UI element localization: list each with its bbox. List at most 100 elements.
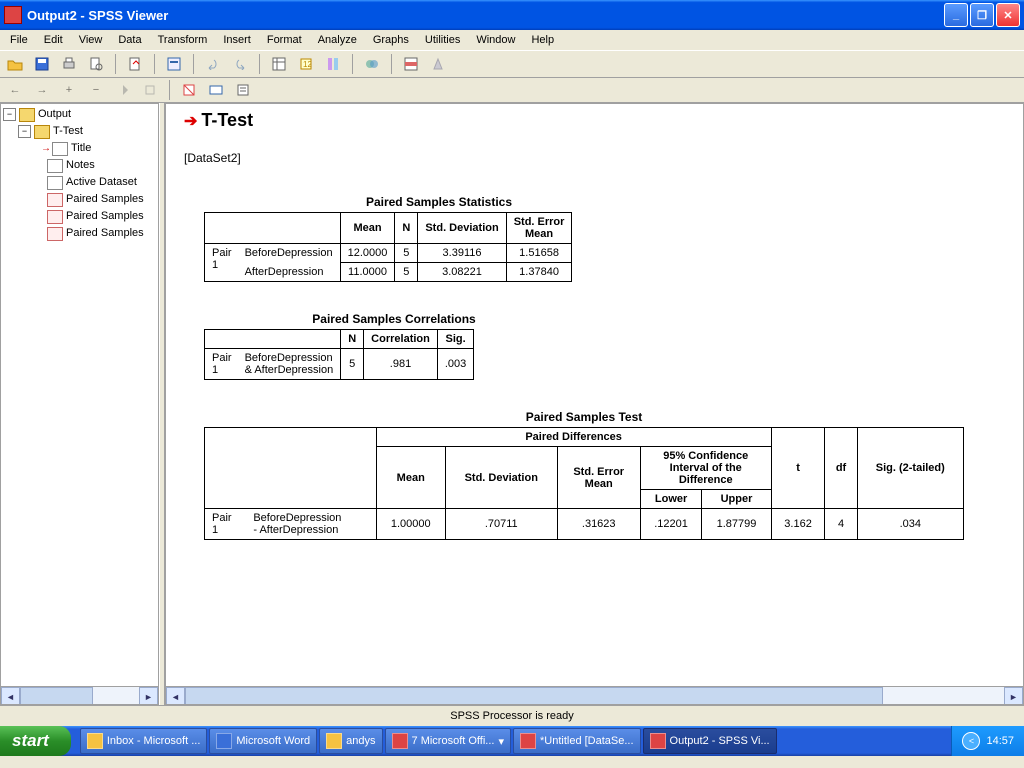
- table2-title: Paired Samples Correlations: [204, 312, 584, 326]
- table-row: Pair1 BeforeDepression& AfterDepression …: [205, 349, 474, 380]
- windows-taskbar: start Inbox - Microsoft ... Microsoft Wo…: [0, 726, 1024, 756]
- use-sets-icon[interactable]: [361, 53, 383, 75]
- tree-item-label: Paired Samples: [66, 225, 144, 242]
- table-row: Pair1 BeforeDepression- AfterDepression …: [205, 509, 964, 540]
- open-icon[interactable]: [4, 53, 26, 75]
- weight-cases-icon[interactable]: [427, 53, 449, 75]
- page-icon: [47, 159, 63, 173]
- back-icon[interactable]: ←: [4, 79, 26, 101]
- col-t: t: [771, 428, 825, 509]
- menu-edit[interactable]: Edit: [36, 32, 71, 48]
- menu-data[interactable]: Data: [110, 32, 149, 48]
- toolbar-nav: ← → + −: [0, 78, 1024, 103]
- dialog-recall-icon[interactable]: [163, 53, 185, 75]
- taskbar-item[interactable]: *Untitled [DataSe...: [513, 728, 641, 754]
- taskbar-item[interactable]: Microsoft Word: [209, 728, 317, 754]
- system-tray[interactable]: < 14:57: [951, 726, 1024, 756]
- table-paired-correlations[interactable]: N Correlation Sig. Pair1 BeforeDepressio…: [204, 329, 474, 380]
- tree-scrollbar-horizontal[interactable]: ◄ ►: [1, 686, 158, 704]
- col-mean: Mean: [340, 213, 395, 244]
- taskbar-item-active[interactable]: Output2 - SPSS Vi...: [643, 728, 777, 754]
- menu-format[interactable]: Format: [259, 32, 310, 48]
- menu-file[interactable]: File: [2, 32, 36, 48]
- print-icon[interactable]: [58, 53, 80, 75]
- col-se: Std. ErrorMean: [557, 447, 640, 509]
- table-paired-test[interactable]: Paired Differences t df Sig. (2-tailed) …: [204, 427, 964, 540]
- page-icon: [52, 142, 68, 156]
- status-text: SPSS Processor is ready: [450, 710, 574, 722]
- table1-title: Paired Samples Statistics: [204, 195, 674, 209]
- export-icon[interactable]: [124, 53, 146, 75]
- goto-data-icon[interactable]: [268, 53, 290, 75]
- statusbar: SPSS Processor is ready: [0, 705, 1024, 726]
- menu-insert[interactable]: Insert: [215, 32, 259, 48]
- outline-panel: − Output − T-Test → Title Notes: [0, 103, 159, 705]
- goto-case-icon[interactable]: 12: [295, 53, 317, 75]
- folder-icon: [19, 108, 35, 122]
- col-sig2t: Sig. (2-tailed): [857, 428, 963, 509]
- collapse-toggle-icon[interactable]: −: [18, 125, 31, 138]
- tree-root[interactable]: − Output: [3, 106, 156, 123]
- table-icon: [47, 210, 63, 224]
- menu-transform[interactable]: Transform: [150, 32, 216, 48]
- menu-view[interactable]: View: [71, 32, 111, 48]
- collapse-toggle-icon[interactable]: −: [3, 108, 16, 121]
- scroll-left-icon[interactable]: ◄: [1, 687, 20, 705]
- demote-icon[interactable]: −: [85, 79, 107, 101]
- expand-icon[interactable]: [139, 79, 161, 101]
- taskbar-item[interactable]: Inbox - Microsoft ...: [80, 728, 208, 754]
- tree-item[interactable]: → Title: [3, 140, 156, 157]
- scroll-left-icon[interactable]: ◄: [166, 687, 185, 705]
- col-n: N: [341, 330, 364, 349]
- taskbar-item[interactable]: andys: [319, 728, 382, 754]
- menu-help[interactable]: Help: [523, 32, 562, 48]
- content-scrollbar-horizontal[interactable]: ◄ ►: [166, 686, 1023, 704]
- insert-heading-icon[interactable]: [205, 79, 227, 101]
- content-panel: ➔T-Test [DataSet2] Paired Samples Statis…: [165, 103, 1024, 705]
- menu-utilities[interactable]: Utilities: [417, 32, 468, 48]
- taskbar-item[interactable]: 7 Microsoft Offi...▾: [385, 728, 511, 754]
- table-paired-statistics[interactable]: Mean N Std. Deviation Std. ErrorMean Pai…: [204, 212, 572, 282]
- scroll-right-icon[interactable]: ►: [1004, 687, 1023, 705]
- undo-icon[interactable]: [202, 53, 224, 75]
- insert-text-icon[interactable]: [232, 79, 254, 101]
- tree-root-label: Output: [38, 106, 71, 123]
- tree-item[interactable]: Paired Samples: [3, 191, 156, 208]
- table-row: Pair1 BeforeDepression 12.0000 5 3.39116…: [205, 244, 572, 263]
- collapse-icon[interactable]: [112, 79, 134, 101]
- output-heading: ➔T-Test: [184, 110, 1005, 131]
- variables-icon[interactable]: [322, 53, 344, 75]
- tree-item-label: Notes: [66, 157, 95, 174]
- scroll-right-icon[interactable]: ►: [139, 687, 158, 705]
- titlebar: Output2 - SPSS Viewer _ ❐ ✕: [0, 0, 1024, 30]
- menu-graphs[interactable]: Graphs: [365, 32, 417, 48]
- toolbar-main: 12: [0, 51, 1024, 78]
- start-button[interactable]: start: [0, 726, 71, 756]
- menubar: File Edit View Data Transform Insert For…: [0, 30, 1024, 51]
- minimize-button[interactable]: _: [944, 3, 968, 27]
- tree-group[interactable]: − T-Test: [3, 123, 156, 140]
- col-sd: Std. Deviation: [445, 447, 557, 509]
- tray-expand-icon[interactable]: <: [962, 732, 980, 750]
- dataset-label: [DataSet2]: [184, 151, 1005, 165]
- menu-analyze[interactable]: Analyze: [310, 32, 365, 48]
- promote-icon[interactable]: +: [58, 79, 80, 101]
- forward-icon[interactable]: →: [31, 79, 53, 101]
- tree-item[interactable]: Active Dataset: [3, 174, 156, 191]
- clock: 14:57: [986, 735, 1014, 747]
- menu-window[interactable]: Window: [468, 32, 523, 48]
- col-sig: Sig.: [437, 330, 473, 349]
- tree-item[interactable]: Paired Samples: [3, 225, 156, 242]
- table-row: AfterDepression 11.0000 5 3.08221 1.3784…: [205, 263, 572, 282]
- redo-icon[interactable]: [229, 53, 251, 75]
- app-icon: [4, 6, 22, 24]
- select-cases-icon[interactable]: [400, 53, 422, 75]
- show-hide-icon[interactable]: [178, 79, 200, 101]
- maximize-button[interactable]: ❐: [970, 3, 994, 27]
- close-button[interactable]: ✕: [996, 3, 1020, 27]
- save-icon[interactable]: [31, 53, 53, 75]
- tree-group-label: T-Test: [53, 123, 83, 140]
- print-preview-icon[interactable]: [85, 53, 107, 75]
- tree-item[interactable]: Notes: [3, 157, 156, 174]
- tree-item[interactable]: Paired Samples: [3, 208, 156, 225]
